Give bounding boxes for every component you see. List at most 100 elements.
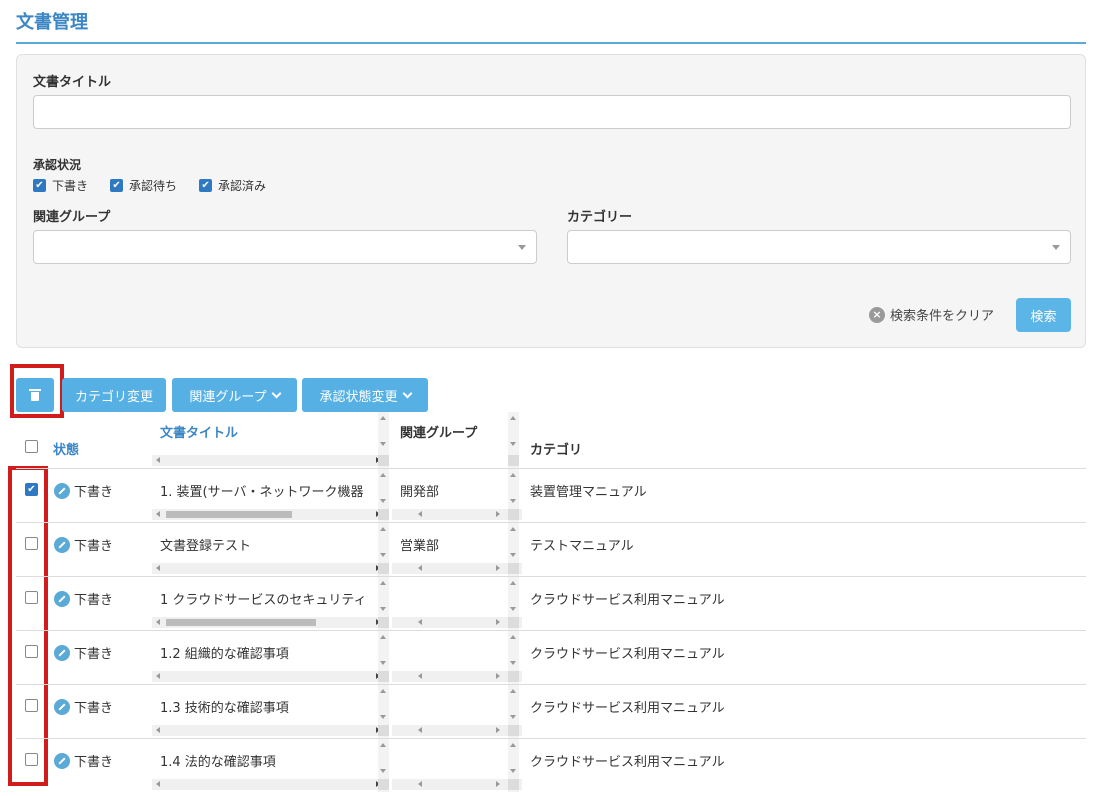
group-hscrollbar[interactable] (392, 509, 522, 520)
approval-option-label: 承認待ち (129, 179, 178, 193)
row-title[interactable]: 1.3 技術的な確認事項 (160, 697, 289, 716)
related-group-dropdown-button[interactable]: 関連グループ (172, 378, 297, 412)
checkbox-checked-icon[interactable]: ✔ (199, 179, 213, 192)
approval-option-approved[interactable]: ✔ 承認済み (199, 177, 266, 194)
scroll-thumb[interactable] (166, 619, 316, 626)
group-hscrollbar[interactable] (392, 671, 522, 682)
group-hscrollbar[interactable] (392, 725, 522, 736)
row-category: 装置管理マニュアル (530, 485, 647, 500)
group-vscrollbar[interactable] (508, 523, 519, 576)
row-status: 下書き (74, 593, 114, 608)
category-select[interactable] (567, 230, 1071, 264)
category-change-button[interactable]: カテゴリ変更 (62, 378, 166, 412)
title-hscrollbar[interactable] (152, 779, 384, 790)
clear-conditions-label: 検索条件をクリア (890, 309, 995, 324)
row-checkbox[interactable] (25, 537, 38, 550)
row-title[interactable]: 1.2 組織的な確認事項 (160, 643, 289, 662)
title-vscrollbar[interactable] (378, 631, 389, 684)
group-vscrollbar[interactable] (508, 739, 519, 792)
checkbox-checked-icon[interactable]: ✔ (33, 179, 46, 192)
title-column-header[interactable]: 文書タイトル (160, 422, 238, 441)
title-hscrollbar[interactable] (152, 563, 384, 574)
approval-change-dropdown-button[interactable]: 承認状態変更 (302, 378, 428, 412)
title-vscrollbar[interactable] (378, 469, 389, 522)
group-column-header: 関連グループ (400, 426, 478, 441)
row-checkbox[interactable] (25, 753, 38, 766)
group-hscrollbar[interactable] (392, 779, 522, 790)
title-divider (16, 42, 1086, 44)
doc-title-label: 文書タイトル (33, 75, 112, 90)
table-row[interactable]: ✔ 下書き 1. 装置(サーバ・ネットワーク機器 開発部 装置管理マニュアル (16, 468, 1086, 522)
row-title[interactable]: 1. 装置(サーバ・ネットワーク機器 (160, 481, 363, 500)
group-vscrollbar[interactable] (508, 577, 519, 630)
approval-option-draft[interactable]: ✔ 下書き (33, 177, 88, 194)
group-hscrollbar[interactable] (392, 617, 522, 628)
approval-option-pending[interactable]: ✔ 承認待ち (110, 177, 177, 194)
row-checkbox[interactable] (25, 645, 38, 658)
table-row[interactable]: 下書き 1.4 法的な確認事項 クラウドサービス利用マニュアル (16, 738, 1086, 792)
title-hscrollbar[interactable] (152, 509, 384, 520)
table-header: 状態 文書タイトル 関連グループ カテゴリ (16, 412, 1086, 468)
approval-option-label: 承認済み (218, 179, 267, 193)
table-row[interactable]: 下書き 1 クラウドサービスのセキュリティ クラウドサービス利用マニュアル (16, 576, 1086, 630)
select-all-checkbox[interactable] (25, 440, 38, 453)
row-status: 下書き (74, 485, 114, 500)
row-group: 営業部 (400, 539, 440, 554)
related-group-label: 関連グループ (33, 210, 111, 225)
pencil-icon (54, 699, 70, 715)
row-status: 下書き (74, 539, 114, 554)
clear-circle-icon: × (869, 306, 885, 323)
category-column-header: カテゴリ (530, 443, 583, 458)
highlight-delete-button (10, 364, 64, 418)
title-vscrollbar[interactable] (378, 577, 389, 630)
row-status: 下書き (74, 701, 114, 716)
caret-down-icon (518, 245, 526, 250)
group-header-vscroll[interactable] (508, 412, 519, 468)
title-header-scrollbar[interactable] (152, 455, 384, 466)
related-group-label: 関連グループ (189, 389, 267, 405)
pencil-icon (54, 537, 70, 553)
table-row[interactable]: 下書き 1.2 組織的な確認事項 クラウドサービス利用マニュアル (16, 630, 1086, 684)
search-button[interactable]: 検索 (1016, 298, 1071, 332)
scroll-thumb[interactable] (166, 511, 292, 518)
pencil-icon (54, 591, 70, 607)
row-title[interactable]: 1 クラウドサービスのセキュリティ (160, 589, 367, 608)
row-category: クラウドサービス利用マニュアル (530, 593, 725, 608)
table-row[interactable]: 下書き 文書登録テスト 営業部 テストマニュアル (16, 522, 1086, 576)
row-status: 下書き (74, 755, 114, 770)
caret-down-icon (1052, 245, 1060, 250)
checkbox-checked-icon[interactable]: ✔ (110, 179, 124, 192)
row-checkbox[interactable] (25, 699, 38, 712)
row-checkbox[interactable]: ✔ (25, 483, 38, 496)
group-hscrollbar[interactable] (392, 563, 522, 574)
title-hscrollbar[interactable] (152, 725, 384, 736)
row-group: 開発部 (400, 485, 440, 500)
title-header-vscroll[interactable] (378, 412, 389, 468)
title-vscrollbar[interactable] (378, 739, 389, 792)
title-vscrollbar[interactable] (378, 523, 389, 576)
row-category: クラウドサービス利用マニュアル (530, 647, 725, 662)
row-category: クラウドサービス利用マニュアル (530, 755, 725, 770)
pencil-icon (54, 753, 70, 769)
pencil-icon (54, 483, 70, 499)
pencil-icon (54, 645, 70, 661)
title-hscrollbar[interactable] (152, 671, 384, 682)
row-checkbox[interactable] (25, 591, 38, 604)
group-vscrollbar[interactable] (508, 469, 519, 522)
title-vscrollbar[interactable] (378, 685, 389, 738)
category-label: カテゴリー (567, 210, 633, 225)
row-title[interactable]: 文書登録テスト (160, 535, 251, 554)
category-change-label: カテゴリ変更 (74, 389, 153, 405)
status-column-header[interactable]: 状態 (53, 439, 79, 458)
row-title[interactable]: 1.4 法的な確認事項 (160, 751, 276, 770)
related-group-select[interactable] (33, 230, 537, 264)
group-vscrollbar[interactable] (508, 685, 519, 738)
title-hscrollbar[interactable] (152, 617, 384, 628)
clear-conditions-link[interactable]: × 検索条件をクリア (869, 305, 994, 324)
approval-option-label: 下書き (52, 179, 89, 193)
doc-title-input[interactable] (33, 95, 1071, 129)
group-vscrollbar[interactable] (508, 631, 519, 684)
row-status: 下書き (74, 647, 114, 662)
approval-status-label: 承認状況 (33, 158, 82, 172)
table-row[interactable]: 下書き 1.3 技術的な確認事項 クラウドサービス利用マニュアル (16, 684, 1086, 738)
